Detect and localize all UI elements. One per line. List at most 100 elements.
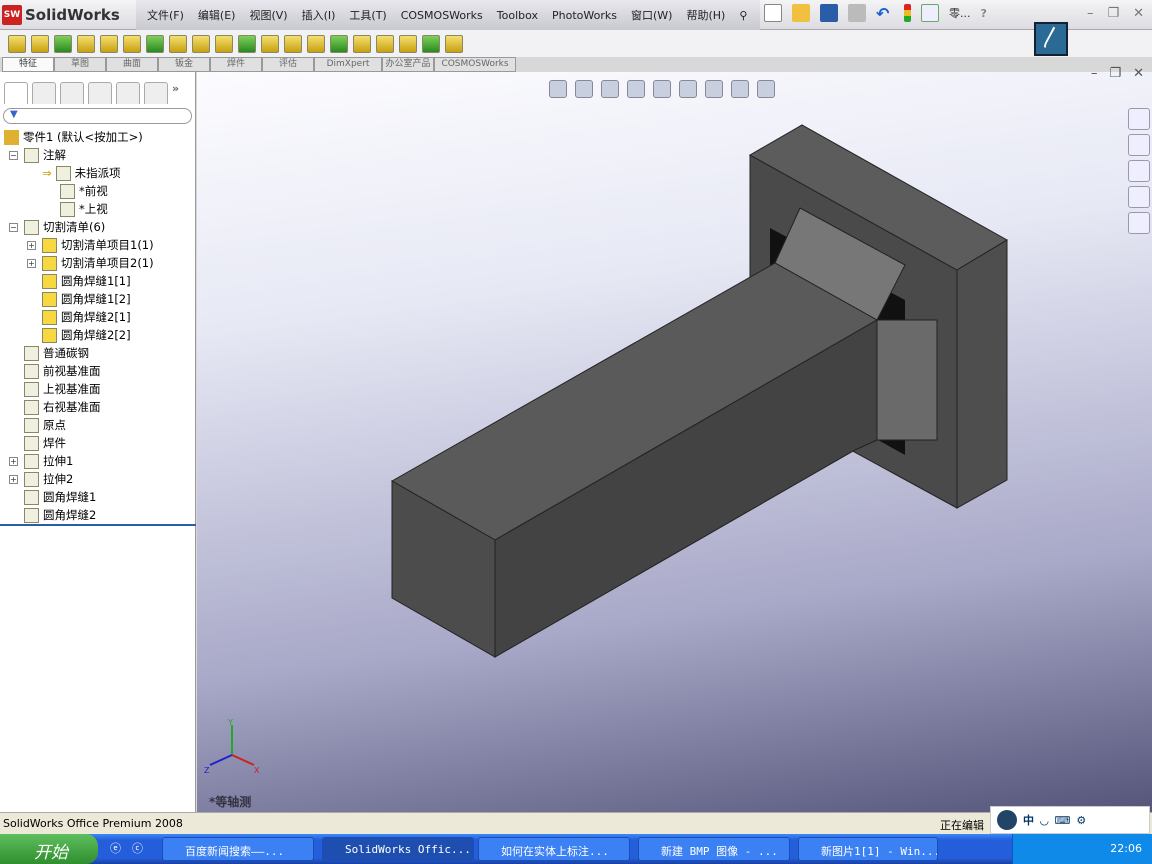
view-settings-icon[interactable] xyxy=(757,80,775,98)
menu-item[interactable]: 视图(V) xyxy=(242,7,294,23)
appearance-icon[interactable] xyxy=(731,80,749,98)
revolved-boss-icon[interactable] xyxy=(31,34,49,53)
tree-item[interactable]: 圆角焊缝1[1] xyxy=(42,272,131,290)
tab-4[interactable]: 焊件 xyxy=(210,57,262,72)
revolved-cut-icon[interactable] xyxy=(146,34,164,53)
expander-toggle[interactable]: − xyxy=(9,223,18,232)
help-icon[interactable]: ? xyxy=(981,7,987,20)
expander-toggle[interactable]: + xyxy=(27,259,36,268)
expander-toggle[interactable]: + xyxy=(27,241,36,250)
curves-icon[interactable] xyxy=(422,34,440,53)
ime-punct-icon[interactable]: ◡ xyxy=(1040,814,1048,827)
zoom-to-fit-icon[interactable] xyxy=(549,80,567,98)
taskbar-button[interactable]: 如何在实体上标注... xyxy=(478,837,630,861)
menu-item[interactable]: PhotoWorks xyxy=(545,9,624,22)
display-manager-tab-icon[interactable] xyxy=(116,82,140,104)
tab-7[interactable]: 办公室产品 xyxy=(382,57,434,72)
taskbar-button[interactable]: 新建 BMP 图像 - ... xyxy=(638,837,790,861)
ime-keyboard-icon[interactable]: ⌨ xyxy=(1054,814,1070,827)
expander-toggle[interactable]: + xyxy=(9,457,18,466)
open-file-icon[interactable] xyxy=(792,4,810,22)
doc-restore-icon[interactable]: ❐ xyxy=(1109,66,1121,81)
zoom-area-icon[interactable] xyxy=(575,80,593,98)
tree-item[interactable]: 上视基准面 xyxy=(24,380,101,398)
tree-item[interactable]: 前视基准面 xyxy=(24,362,101,380)
tree-item[interactable]: 圆角焊缝1 xyxy=(24,488,96,506)
lofted-cut-icon[interactable] xyxy=(192,34,210,53)
expander-toggle[interactable]: − xyxy=(9,151,18,160)
new-file-icon[interactable] xyxy=(764,4,782,22)
rollback-bar[interactable] xyxy=(0,524,196,526)
menu-item[interactable]: 帮助(H) xyxy=(679,7,732,23)
tree-item[interactable]: 圆角焊缝2[2] xyxy=(42,326,131,344)
menu-item[interactable]: Toolbox xyxy=(490,9,545,22)
ie-quicklaunch-icon[interactable]: ⓔ xyxy=(110,840,121,856)
swept-boss-icon[interactable] xyxy=(54,34,72,53)
expander-toggle[interactable]: + xyxy=(9,475,18,484)
tab-6[interactable]: DimXpert xyxy=(314,57,382,72)
view-orientation-icon[interactable] xyxy=(653,80,671,98)
tree-item[interactable]: 切割清单项目1(1) xyxy=(42,236,154,254)
save-icon[interactable] xyxy=(820,4,838,22)
tab-3[interactable]: 钣金 xyxy=(158,57,210,72)
ime-mode[interactable]: 中 xyxy=(1023,812,1034,828)
more-tabs-icon[interactable]: » xyxy=(172,82,179,104)
graphics-area[interactable]: – ❐ ✕ Y X Z *等轴测 xyxy=(197,66,1152,812)
home-icon[interactable] xyxy=(1128,108,1150,130)
file-explorer-icon[interactable] xyxy=(1128,160,1150,182)
close-icon[interactable]: ✕ xyxy=(1133,6,1144,21)
wrap-icon[interactable] xyxy=(330,34,348,53)
linear-pattern-icon[interactable] xyxy=(238,34,256,53)
tree-item[interactable]: 拉伸2 xyxy=(24,470,73,488)
tree-item[interactable]: 焊件 xyxy=(24,434,66,452)
configurationmanager-tab-icon[interactable] xyxy=(60,82,84,104)
mirror-icon[interactable] xyxy=(376,34,394,53)
display-style-icon[interactable] xyxy=(679,80,697,98)
swept-cut-icon[interactable] xyxy=(169,34,187,53)
solidworks-resources-icon[interactable]: 〳 xyxy=(1034,22,1068,56)
tree-item[interactable]: 圆角焊缝2[1] xyxy=(42,308,131,326)
extruded-boss-icon[interactable] xyxy=(8,34,26,53)
tree-item[interactable]: ⇒ 未指派项 xyxy=(42,164,121,182)
ime-toolbar[interactable]: 中 ◡ ⌨ ⚙ xyxy=(990,806,1150,834)
taskbar-button[interactable]: SolidWorks Offic... xyxy=(322,837,474,861)
hide-show-icon[interactable] xyxy=(705,80,723,98)
tree-item[interactable]: 拉伸1 xyxy=(24,452,73,470)
rebuild-icon[interactable] xyxy=(904,4,911,22)
extruded-cut-icon[interactable] xyxy=(100,34,118,53)
tree-item[interactable]: 圆角焊缝2 xyxy=(24,506,96,524)
previous-view-icon[interactable] xyxy=(601,80,619,98)
tree-item[interactable]: 注解 xyxy=(24,146,66,164)
view-palette-icon[interactable] xyxy=(1128,186,1150,208)
menu-item[interactable]: 窗口(W) xyxy=(624,7,679,23)
desktop-quicklaunch-icon[interactable]: ⓒ xyxy=(132,840,143,856)
cosmos-tab-icon[interactable] xyxy=(144,82,168,104)
print-icon[interactable] xyxy=(848,4,866,22)
rib-icon[interactable] xyxy=(261,34,279,53)
minimize-icon[interactable]: – xyxy=(1087,6,1094,21)
tab-0[interactable]: 特征 xyxy=(2,57,54,72)
section-view-icon[interactable] xyxy=(627,80,645,98)
doc-close-icon[interactable]: ✕ xyxy=(1133,66,1144,81)
tree-item[interactable]: 切割清单项目2(1) xyxy=(42,254,154,272)
fillet-icon[interactable] xyxy=(215,34,233,53)
menu-item[interactable]: 工具(T) xyxy=(342,7,393,23)
lofted-boss-icon[interactable] xyxy=(77,34,95,53)
tab-8[interactable]: COSMOSWorks xyxy=(434,57,516,72)
appearances-icon[interactable] xyxy=(1128,212,1150,234)
tree-filter-input[interactable]: ▼ xyxy=(3,108,192,124)
tree-item[interactable]: 圆角焊缝1[2] xyxy=(42,290,131,308)
tree-item[interactable]: *前视 xyxy=(60,182,108,200)
model-3d[interactable] xyxy=(197,72,1152,812)
tree-item[interactable]: 切割清单(6) xyxy=(24,218,105,236)
tree-item[interactable]: 右视基准面 xyxy=(24,398,101,416)
undo-icon[interactable]: ↶ xyxy=(876,4,894,23)
options-icon[interactable] xyxy=(921,4,939,22)
start-button[interactable]: 开始 xyxy=(0,834,98,864)
tree-root[interactable]: 零件1 (默认<按加工>) xyxy=(4,128,143,146)
menu-item[interactable]: 编辑(E) xyxy=(191,7,243,23)
shell-icon[interactable] xyxy=(307,34,325,53)
pin-icon[interactable]: ⚲ xyxy=(732,9,754,22)
menu-item[interactable]: 文件(F) xyxy=(140,7,191,23)
tab-5[interactable]: 评估 xyxy=(262,57,314,72)
